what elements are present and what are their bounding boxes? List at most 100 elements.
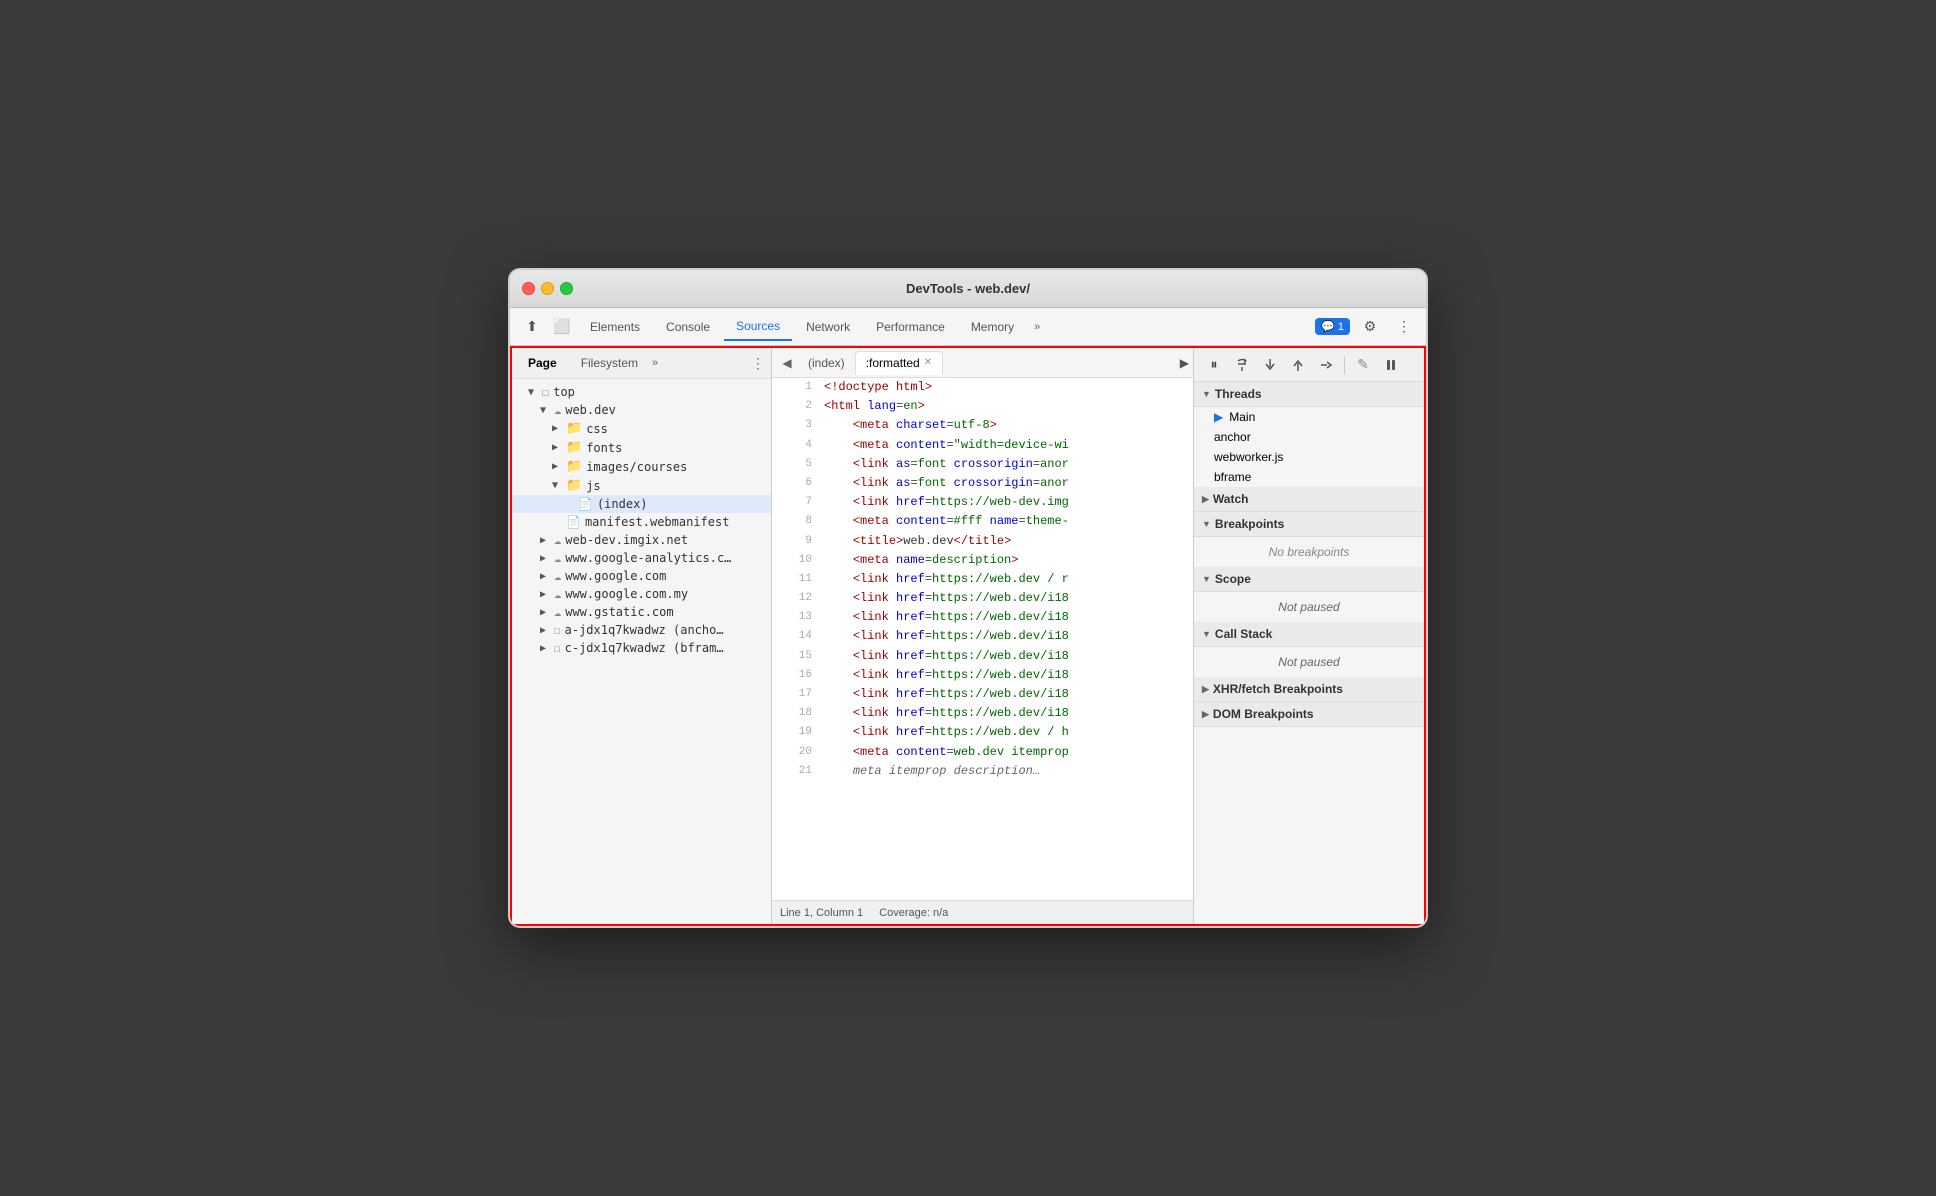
watch-section-header[interactable]: ▶ Watch [1194, 487, 1424, 512]
scope-label: Scope [1215, 572, 1251, 586]
code-content-17: <link href=https://web.dev/i18 [824, 685, 1185, 704]
breakpoints-section-header[interactable]: ▼ Breakpoints [1194, 512, 1424, 537]
tree-arrow-imgix: ▶ [540, 535, 552, 546]
tree-label-index: (index) [597, 497, 648, 511]
editor-tab-index[interactable]: (index) [798, 352, 855, 374]
panel-menu-icon[interactable]: ⋮ [751, 355, 765, 372]
tree-arrow-bframe: ▶ [540, 643, 552, 654]
tree-label-js: js [586, 479, 600, 493]
editor-tab-formatted[interactable]: :formatted ✕ [855, 351, 943, 375]
threads-section-header[interactable]: ▼ Threads [1194, 382, 1424, 407]
tree-arrow-anchor: ▶ [540, 625, 552, 636]
pause-exceptions-button[interactable] [1379, 353, 1403, 377]
line-num-19: 19 [780, 723, 812, 742]
tree-item-css[interactable]: ▶ 📁 css [512, 419, 771, 438]
panel-tabs-more[interactable]: » [652, 357, 658, 369]
more-menu-icon[interactable]: ⋮ [1390, 313, 1418, 341]
editor-position[interactable]: Line 1, Column 1 [780, 907, 863, 919]
deactivate-button[interactable]: ✎ [1351, 353, 1375, 377]
tree-label-anchor: a-jdx1q7kwadwz (ancho… [565, 623, 724, 637]
step-out-button[interactable] [1286, 353, 1310, 377]
devtools-tabbar: ⬆ ⬜ Elements Console Sources Network Per… [510, 308, 1426, 346]
tree-label-analytics: www.google-analytics.c… [565, 551, 731, 565]
tree-item-imgix[interactable]: ▶ ☁ web-dev.imgix.net [512, 531, 771, 549]
line-num-11: 11 [780, 570, 812, 589]
tree-item-gstatic[interactable]: ▶ ☁ www.gstatic.com [512, 603, 771, 621]
editor-tab-close-icon[interactable]: ✕ [924, 357, 932, 368]
code-line-14: 14 <link href=https://web.dev/i18 [772, 627, 1193, 646]
right-panel-inner: ▼ Threads ▶ Main anchor webworker.js [1194, 382, 1424, 924]
code-content-16: <link href=https://web.dev/i18 [824, 666, 1185, 685]
code-line-15: 15 <link href=https://web.dev/i18 [772, 647, 1193, 666]
minimize-button[interactable] [541, 282, 554, 295]
line-num-4: 4 [780, 436, 812, 455]
thread-label-bframe: bframe [1214, 470, 1251, 484]
line-num-6: 6 [780, 474, 812, 493]
tree-item-analytics[interactable]: ▶ ☁ www.google-analytics.c… [512, 549, 771, 567]
code-content-4: <meta content="width=device-wi [824, 436, 1185, 455]
code-line-2: 2 <html lang=en> [772, 397, 1193, 416]
tab-console[interactable]: Console [654, 314, 722, 340]
tree-label-bframe: c-jdx1q7kwadwz (bfram… [565, 641, 724, 655]
thread-label-webworker: webworker.js [1214, 450, 1283, 464]
step-over-button[interactable] [1230, 353, 1254, 377]
thread-item-bframe[interactable]: bframe [1194, 467, 1424, 487]
tab-sources[interactable]: Sources [724, 313, 792, 341]
xhr-section-header[interactable]: ▶ XHR/fetch Breakpoints [1194, 677, 1424, 702]
tree-arrow-webdev: ▼ [540, 405, 552, 416]
tree-item-index[interactable]: ▶ 📄 (index) [512, 495, 771, 513]
pause-button[interactable]: ⏸ [1202, 353, 1226, 377]
tabs-more-icon[interactable]: » [1028, 317, 1046, 337]
step-button[interactable] [1314, 353, 1338, 377]
xhr-arrow: ▶ [1202, 684, 1209, 695]
tree-item-anchor[interactable]: ▶ ☐ a-jdx1q7kwadwz (ancho… [512, 621, 771, 639]
thread-item-anchor[interactable]: anchor [1194, 427, 1424, 447]
maximize-button[interactable] [560, 282, 573, 295]
code-content-10: <meta name=description> [824, 551, 1185, 570]
code-line-21: 21 meta itemprop description… [772, 762, 1193, 781]
tab-filesystem[interactable]: Filesystem [571, 352, 648, 374]
tab-performance[interactable]: Performance [864, 314, 957, 340]
tab-elements[interactable]: Elements [578, 314, 652, 340]
device-icon[interactable]: ⬜ [548, 313, 576, 341]
tree-item-manifest[interactable]: ▶ 📄 manifest.webmanifest [512, 513, 771, 531]
thread-item-main[interactable]: ▶ Main [1194, 407, 1424, 427]
tree-item-webdev[interactable]: ▼ ☁ web.dev [512, 401, 771, 419]
tab-network[interactable]: Network [794, 314, 862, 340]
editor-run-icon[interactable]: ▶ [1180, 356, 1189, 370]
tab-memory[interactable]: Memory [959, 314, 1026, 340]
watch-label: Watch [1213, 492, 1249, 506]
settings-icon[interactable]: ⚙ [1356, 313, 1384, 341]
tree-arrow-google: ▶ [540, 571, 552, 582]
tree-item-top[interactable]: ▼ ☐ top [512, 383, 771, 401]
line-num-8: 8 [780, 512, 812, 531]
code-content-14: <link href=https://web.dev/i18 [824, 627, 1185, 646]
tree-item-images[interactable]: ▶ 📁 images/courses [512, 457, 771, 476]
step-into-button[interactable] [1258, 353, 1282, 377]
editor-tabs: ◀ (index) :formatted ✕ ▶ [772, 348, 1193, 378]
cloud-icon-google-my: ☁ [554, 587, 561, 601]
code-content-1: <!doctype html> [824, 378, 1185, 397]
breakpoints-label: Breakpoints [1215, 517, 1284, 531]
code-content-15: <link href=https://web.dev/i18 [824, 647, 1185, 666]
code-line-5: 5 <link as=font crossorigin=anor [772, 455, 1193, 474]
line-num-17: 17 [780, 685, 812, 704]
folder-icon-images: 📁 [566, 459, 582, 474]
code-editor[interactable]: 1 <!doctype html> 2 <html lang=en> 3 <me… [772, 378, 1193, 900]
tree-item-google[interactable]: ▶ ☁ www.google.com [512, 567, 771, 585]
inspect-icon[interactable]: ⬆ [518, 313, 546, 341]
tree-item-bframe[interactable]: ▶ ☐ c-jdx1q7kwadwz (bfram… [512, 639, 771, 657]
thread-item-webworker[interactable]: webworker.js [1194, 447, 1424, 467]
tree-item-fonts[interactable]: ▶ 📁 fonts [512, 438, 771, 457]
tab-page[interactable]: Page [518, 352, 567, 374]
line-num-10: 10 [780, 551, 812, 570]
scope-section-header[interactable]: ▼ Scope [1194, 567, 1424, 592]
notification-badge[interactable]: 💬 1 [1315, 318, 1350, 335]
close-button[interactable] [522, 282, 535, 295]
dom-label: DOM Breakpoints [1213, 707, 1314, 721]
editor-nav-left[interactable]: ◀ [776, 352, 798, 374]
tree-item-google-my[interactable]: ▶ ☁ www.google.com.my [512, 585, 771, 603]
dom-section-header[interactable]: ▶ DOM Breakpoints [1194, 702, 1424, 727]
tree-item-js[interactable]: ▼ 📁 js [512, 476, 771, 495]
callstack-section-header[interactable]: ▼ Call Stack [1194, 622, 1424, 647]
